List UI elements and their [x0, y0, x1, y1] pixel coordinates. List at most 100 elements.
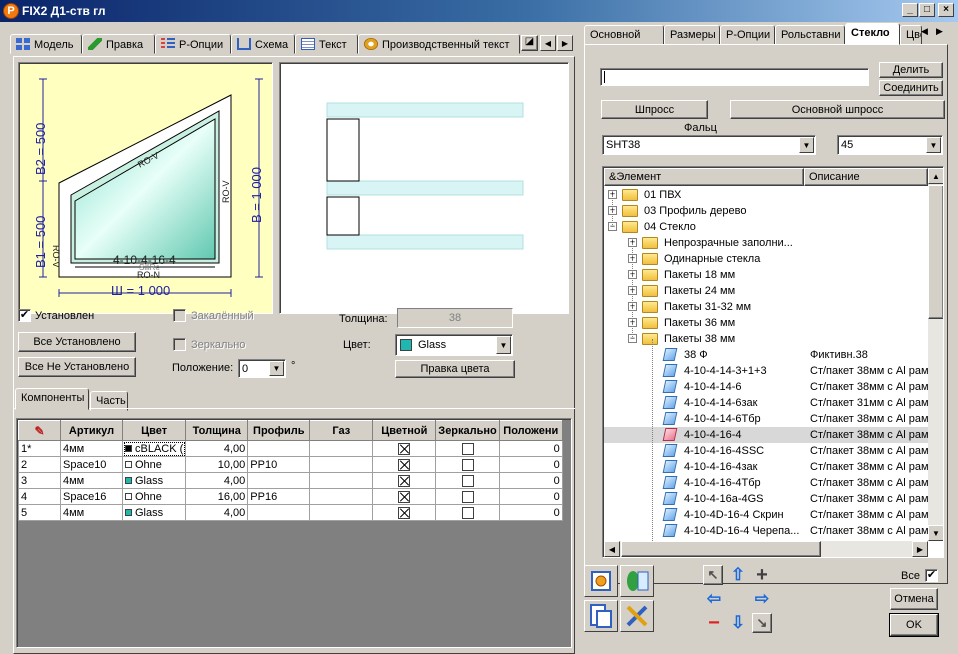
color-edit-button[interactable]: Правка цвета: [395, 360, 515, 378]
all-installed-button[interactable]: Все Установлено: [18, 332, 136, 352]
subtab-components[interactable]: Компоненты: [15, 388, 89, 410]
tree-header-element[interactable]: &Элемент: [604, 168, 804, 186]
colored-checkbox[interactable]: [398, 490, 411, 503]
move-nw-button[interactable]: ↖: [703, 565, 723, 585]
all-checkbox[interactable]: ✔: [925, 569, 938, 582]
tree-item[interactable]: +03 Профиль дерево: [604, 203, 928, 219]
title-bar[interactable]: P FIX2 Д1-ств гл _ □ ×: [0, 0, 958, 22]
ok-button[interactable]: OK: [889, 613, 939, 637]
cell-profile[interactable]: [247, 472, 311, 489]
cell-mirror[interactable]: [435, 488, 500, 505]
cell-profile[interactable]: [247, 440, 311, 457]
tab-scheme[interactable]: Схема: [231, 34, 295, 54]
cell-position[interactable]: 0: [498, 440, 563, 457]
connect-button[interactable]: Соединить: [879, 80, 943, 96]
falz-depth-select[interactable]: 45 ▼: [837, 135, 943, 155]
tree-scroll-up-button[interactable]: ▲: [928, 168, 943, 184]
tree-vscroll-thumb[interactable]: [928, 185, 943, 319]
copy-tool-button[interactable]: [584, 600, 618, 632]
cell-position[interactable]: 0: [498, 504, 563, 521]
right-tab-glass[interactable]: Стекло: [845, 23, 900, 45]
table-row[interactable]: 4 Space16 Ohne 16,00 PP16 0: [18, 488, 563, 505]
column-header[interactable]: Артикул: [60, 420, 123, 441]
tree-item[interactable]: + Пакеты 31-32 мм: [604, 299, 928, 315]
column-header[interactable]: Положени: [498, 420, 563, 441]
column-header[interactable]: Профиль: [247, 420, 311, 441]
mirror-checkbox[interactable]: [461, 458, 474, 471]
table-row[interactable]: 3 4мм Glass 4,00 0: [18, 472, 563, 489]
cell-gas[interactable]: [309, 488, 374, 505]
cell-article[interactable]: 4мм: [60, 504, 123, 521]
tree-item[interactable]: + Пакеты 18 мм: [604, 267, 928, 283]
tab-edit[interactable]: Правка: [82, 34, 155, 54]
cancel-button[interactable]: Отмена: [890, 588, 938, 610]
color-select[interactable]: Glass ▼: [395, 334, 513, 356]
tab-model[interactable]: Модель: [10, 34, 82, 54]
tree-scroll-left-button[interactable]: ◀: [604, 541, 620, 557]
cell-colored[interactable]: [372, 504, 437, 521]
cell-colored[interactable]: [372, 488, 437, 505]
chevron-down-icon[interactable]: ▼: [799, 137, 814, 153]
cell-position[interactable]: 0: [498, 472, 563, 489]
colored-checkbox[interactable]: [398, 442, 411, 455]
maximize-button[interactable]: □: [919, 3, 935, 17]
tab-p-options[interactable]: P-Опции: [155, 34, 231, 54]
column-header[interactable]: Зеркально: [435, 420, 500, 441]
cell-thickness[interactable]: 4,00: [185, 440, 249, 457]
tree-scroll-right-button[interactable]: ▶: [912, 541, 928, 557]
tree-item[interactable]: +01 ПВХ: [604, 187, 928, 203]
right-tab-rollers[interactable]: Рольставни: [775, 25, 845, 45]
tab-production-text[interactable]: Производственный текст: [358, 34, 520, 54]
tools-tool-button[interactable]: [620, 600, 654, 632]
position-select[interactable]: 0 ▼: [238, 359, 286, 378]
right-tab-color[interactable]: Цве: [900, 25, 922, 45]
cell-profile[interactable]: PP10: [247, 456, 311, 473]
element-tree[interactable]: &Элемент Описание +01 ПВХ +03 Профиль дер…: [602, 166, 944, 558]
column-header[interactable]: Цветной: [372, 420, 437, 441]
mirror-checkbox[interactable]: [461, 490, 474, 503]
shpross-button[interactable]: Шпросс: [601, 100, 708, 119]
main-shpross-button[interactable]: Основной шпросс: [730, 100, 945, 119]
cell-color[interactable]: Ohne: [121, 488, 187, 505]
tab-text[interactable]: Текст: [295, 34, 358, 54]
falz-select[interactable]: SHT38 ▼: [602, 135, 816, 155]
move-right-button[interactable]: ⇨: [752, 589, 772, 609]
cell-profile[interactable]: PP16: [247, 488, 311, 505]
tree-item[interactable]: + Пакеты 36 мм: [604, 315, 928, 331]
cell-mirror[interactable]: [435, 456, 500, 473]
cell-color[interactable]: сBLACK (: [121, 440, 187, 457]
components-grid[interactable]: ✎ Артикул Цвет Толщина Профиль Газ Цветной Зерк…: [16, 418, 572, 648]
tree-item[interactable]: + Пакеты 24 мм: [604, 283, 928, 299]
mirror-checkbox[interactable]: [461, 442, 474, 455]
colored-checkbox[interactable]: [398, 458, 411, 471]
cell-article[interactable]: Space16: [60, 488, 123, 505]
cell-color[interactable]: Glass: [121, 472, 187, 489]
move-down-button[interactable]: ⇩: [728, 613, 748, 633]
cell-article[interactable]: Space10: [60, 456, 123, 473]
move-left-button[interactable]: ⇦: [704, 589, 724, 609]
right-tab-scroll-left[interactable]: ◀: [921, 26, 928, 37]
cell-gas[interactable]: [309, 456, 374, 473]
right-tab-scroll-right[interactable]: ▶: [936, 26, 943, 37]
column-header[interactable]: Газ: [309, 420, 374, 441]
tree-item[interactable]: −04 Стекло: [604, 219, 928, 235]
cell-mirror[interactable]: [435, 472, 500, 489]
table-row[interactable]: 1* 4мм сBLACK (4,00 0: [18, 440, 563, 457]
cell-colored[interactable]: [372, 456, 437, 473]
colored-checkbox[interactable]: [398, 506, 411, 519]
cell-mirror[interactable]: [435, 440, 500, 457]
glass-leaf-tool-button[interactable]: [620, 565, 654, 597]
right-tab-sizes[interactable]: Размеры: [664, 25, 720, 45]
installed-checkbox[interactable]: ✔: [18, 309, 31, 322]
table-row[interactable]: 2 Space10 Ohne 10,00 PP10 0: [18, 456, 563, 473]
add-plus-button[interactable]: +: [752, 564, 772, 586]
cell-thickness[interactable]: 4,00: [185, 472, 249, 489]
tree-header-description[interactable]: Описание: [804, 168, 928, 186]
chevron-down-icon[interactable]: ▼: [496, 336, 511, 354]
mirror-checkbox[interactable]: [173, 338, 186, 351]
move-se-button[interactable]: ↘: [752, 613, 772, 633]
column-header[interactable]: Толщина: [185, 420, 249, 441]
cell-position[interactable]: 0: [498, 456, 563, 473]
column-header[interactable]: Цвет: [121, 420, 187, 441]
right-tab-p-options[interactable]: P-Опции: [720, 25, 775, 45]
